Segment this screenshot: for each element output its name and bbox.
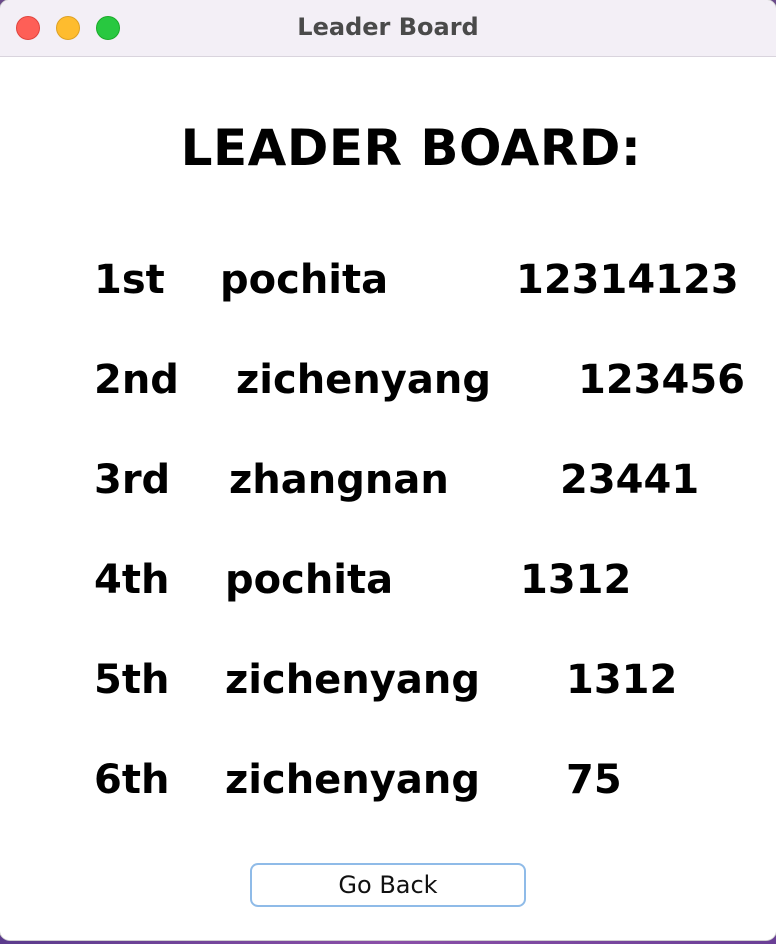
player-name: zhangnan: [229, 457, 449, 503]
player-name: zichenyang: [225, 657, 480, 703]
player-name: zichenyang: [225, 757, 480, 803]
rank-label: 2nd: [94, 357, 179, 403]
board-heading: LEADER BOARD:: [180, 119, 642, 177]
leaderboard-row: 6th zichenyang 75: [0, 750, 776, 810]
leaderboard-row: 5th zichenyang 1312: [0, 650, 776, 710]
go-back-button[interactable]: Go Back: [250, 863, 526, 907]
leaderboard-row: 4th pochita 1312: [0, 550, 776, 610]
leader-board-content: LEADER BOARD: 1st pochita 12314123 2nd z…: [0, 57, 776, 940]
player-score: 123456: [578, 357, 745, 403]
player-score: 1312: [520, 557, 632, 603]
player-name: zichenyang: [236, 357, 491, 403]
title-bar[interactable]: Leader Board: [0, 0, 776, 57]
player-score: 23441: [560, 457, 700, 503]
leader-board-window: Leader Board LEADER BOARD: 1st pochita 1…: [0, 0, 776, 940]
player-score: 12314123: [516, 257, 739, 303]
player-name: pochita: [225, 557, 394, 603]
player-name: pochita: [220, 257, 389, 303]
player-score: 75: [566, 757, 622, 803]
window-title: Leader Board: [297, 13, 479, 41]
leaderboard-row: 2nd zichenyang 123456: [0, 350, 776, 410]
rank-label: 6th: [94, 757, 170, 803]
rank-label: 5th: [94, 657, 170, 703]
leaderboard-row: 3rd zhangnan 23441: [0, 450, 776, 510]
rank-label: 3rd: [94, 457, 171, 503]
player-score: 1312: [566, 657, 678, 703]
leaderboard-row: 1st pochita 12314123: [0, 250, 776, 310]
rank-label: 4th: [94, 557, 170, 603]
rank-label: 1st: [94, 257, 165, 303]
